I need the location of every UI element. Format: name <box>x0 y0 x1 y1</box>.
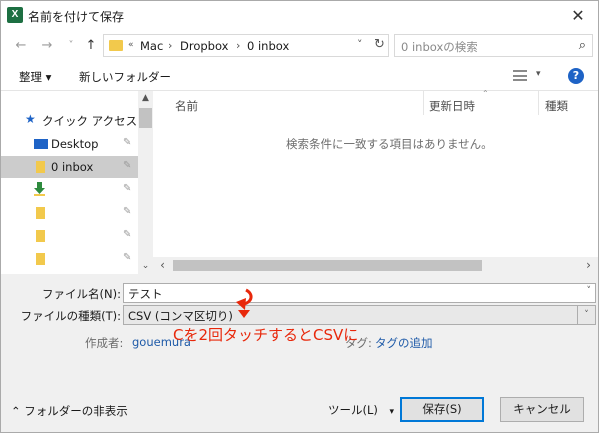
chevron-down-icon[interactable]: ˅ <box>357 38 363 51</box>
breadcrumb-separator[interactable]: › <box>168 39 172 52</box>
search-input[interactable]: 0 inboxの検索 ⌕ <box>394 34 593 57</box>
sidebar-item-folder[interactable]: ✎ <box>1 225 138 247</box>
horizontal-scrollbar[interactable]: ‹ › <box>153 257 598 274</box>
filetype-value: CSV (コンマ区切り) <box>128 309 233 323</box>
sidebar-item-quick-access[interactable]: ★ クイック アクセス <box>1 109 138 131</box>
sidebar-item-label: Desktop <box>51 137 99 151</box>
filename-value: テスト <box>128 287 163 301</box>
chevron-down-icon[interactable]: ˅ <box>577 306 595 324</box>
pin-icon: ✎ <box>123 252 132 263</box>
save-as-dialog: X 名前を付けて保存 ✕ ← → ˅ ↑ « Mac › Dropbox › 0… <box>0 0 599 433</box>
save-button[interactable]: 保存(S) <box>400 397 484 422</box>
hide-folders-label: フォルダーの非表示 <box>24 404 128 418</box>
sidebar-item-label: クイック アクセス <box>42 114 138 128</box>
close-button[interactable]: ✕ <box>558 1 598 30</box>
annotation-text: Cを2回タッチするとCSVに <box>173 326 359 344</box>
help-icon[interactable]: ? <box>568 68 584 84</box>
breadcrumb-item[interactable]: Dropbox <box>180 39 228 53</box>
annotation-arrow-icon <box>236 288 253 318</box>
sidebar-item-0-inbox[interactable]: 0 inbox ✎ <box>1 156 138 178</box>
pin-icon: ✎ <box>123 183 132 194</box>
navigation-pane: ★ クイック アクセス Desktop ✎ 0 inbox ✎ ✎ ✎ ✎ ✎ … <box>1 91 153 274</box>
refresh-icon[interactable]: ↻ <box>374 37 385 52</box>
add-tag-link[interactable]: タグの追加 <box>375 335 433 351</box>
navigation-bar: ← → ˅ ↑ « Mac › Dropbox › 0 inbox ˅ ↻ 0 … <box>1 30 598 62</box>
tools-menu-button[interactable]: ツール(L) ▾ <box>328 402 394 418</box>
view-options-icon[interactable] <box>513 70 527 81</box>
filename-label: ファイル名(N): <box>42 287 121 301</box>
folder-icon <box>36 230 45 242</box>
scroll-right-icon[interactable]: › <box>581 258 596 273</box>
column-divider[interactable] <box>423 91 424 115</box>
search-placeholder: 0 inboxの検索 <box>401 40 478 54</box>
sidebar-scrollbar[interactable]: ▲ ⌄ <box>138 91 153 274</box>
recent-locations-button[interactable]: ˅ <box>63 38 79 54</box>
chevron-down-icon[interactable]: ˅ <box>587 286 592 296</box>
sidebar-item-label: 0 inbox <box>51 160 94 174</box>
folder-icon <box>36 253 45 265</box>
scroll-down-icon[interactable]: ⌄ <box>138 259 153 274</box>
organize-menu-button[interactable]: 整理 ▾ <box>19 69 51 85</box>
pin-icon: ✎ <box>123 229 132 240</box>
scroll-up-icon[interactable]: ▲ <box>138 91 153 106</box>
pin-icon: ✎ <box>123 206 132 217</box>
excel-app-icon: X <box>7 7 23 23</box>
chevron-up-icon: ⌃ <box>11 404 21 418</box>
chevron-down-icon[interactable]: ▾ <box>536 69 541 79</box>
sidebar-item-desktop[interactable]: Desktop ✎ <box>1 133 138 155</box>
breadcrumb-overflow[interactable]: « <box>128 40 134 50</box>
scrollbar-thumb[interactable] <box>173 260 482 271</box>
desktop-icon <box>34 139 48 149</box>
command-toolbar: 整理 ▾ 新しいフォルダー ▾ ? <box>1 62 598 90</box>
file-list: 名前 ⌃ 更新日時 種類 検索条件に一致する項目はありません。 ‹ › <box>153 89 598 274</box>
breadcrumb-item[interactable]: 0 inbox <box>247 39 289 53</box>
folder-icon <box>36 161 45 173</box>
scroll-left-icon[interactable]: ‹ <box>155 258 170 273</box>
search-icon[interactable]: ⌕ <box>579 38 586 53</box>
tools-label: ツール(L) <box>328 403 378 417</box>
folder-icon <box>109 40 123 51</box>
column-header-type[interactable]: 種類 <box>545 98 568 114</box>
chevron-down-icon: ▾ <box>389 407 395 417</box>
forward-button[interactable]: → <box>39 38 55 54</box>
cancel-button[interactable]: キャンセル <box>500 397 584 422</box>
window-title: 名前を付けて保存 <box>28 10 125 24</box>
download-arrow-icon <box>34 182 45 196</box>
pin-icon: ✎ <box>123 160 132 171</box>
up-button[interactable]: ↑ <box>83 38 99 54</box>
browser-area: ★ クイック アクセス Desktop ✎ 0 inbox ✎ ✎ ✎ ✎ ✎ … <box>1 89 598 274</box>
title-bar: X 名前を付けて保存 ✕ <box>1 1 598 30</box>
back-button[interactable]: ← <box>13 38 29 54</box>
empty-results-message: 検索条件に一致する項目はありません。 <box>286 137 493 151</box>
pin-icon: ✎ <box>123 137 132 148</box>
column-header-modified[interactable]: 更新日時 <box>429 98 475 114</box>
new-folder-button[interactable]: 新しいフォルダー <box>79 69 171 85</box>
hide-folders-toggle[interactable]: ⌃ フォルダーの非表示 <box>11 403 128 419</box>
sidebar-item-folder[interactable]: ✎ <box>1 248 138 270</box>
column-divider[interactable] <box>538 91 539 115</box>
sidebar-item-folder[interactable]: ✎ <box>1 202 138 224</box>
column-header-name[interactable]: 名前 <box>175 98 198 114</box>
folder-icon <box>36 207 45 219</box>
address-bar[interactable]: « Mac › Dropbox › 0 inbox ˅ ↻ <box>103 34 389 57</box>
author-label: 作成者: <box>85 336 124 350</box>
filetype-select[interactable]: CSV (コンマ区切り) ˅ <box>123 305 596 325</box>
filename-field[interactable]: テスト ˅ <box>123 283 596 303</box>
scrollbar-thumb[interactable] <box>139 108 152 128</box>
star-icon: ★ <box>25 112 36 126</box>
breadcrumb-item[interactable]: Mac <box>140 39 163 53</box>
sort-indicator-icon: ⌃ <box>482 89 489 98</box>
sidebar-item-downloads[interactable]: ✎ <box>1 179 138 201</box>
filetype-label: ファイルの種類(T): <box>20 309 121 323</box>
breadcrumb-separator[interactable]: › <box>236 39 240 52</box>
